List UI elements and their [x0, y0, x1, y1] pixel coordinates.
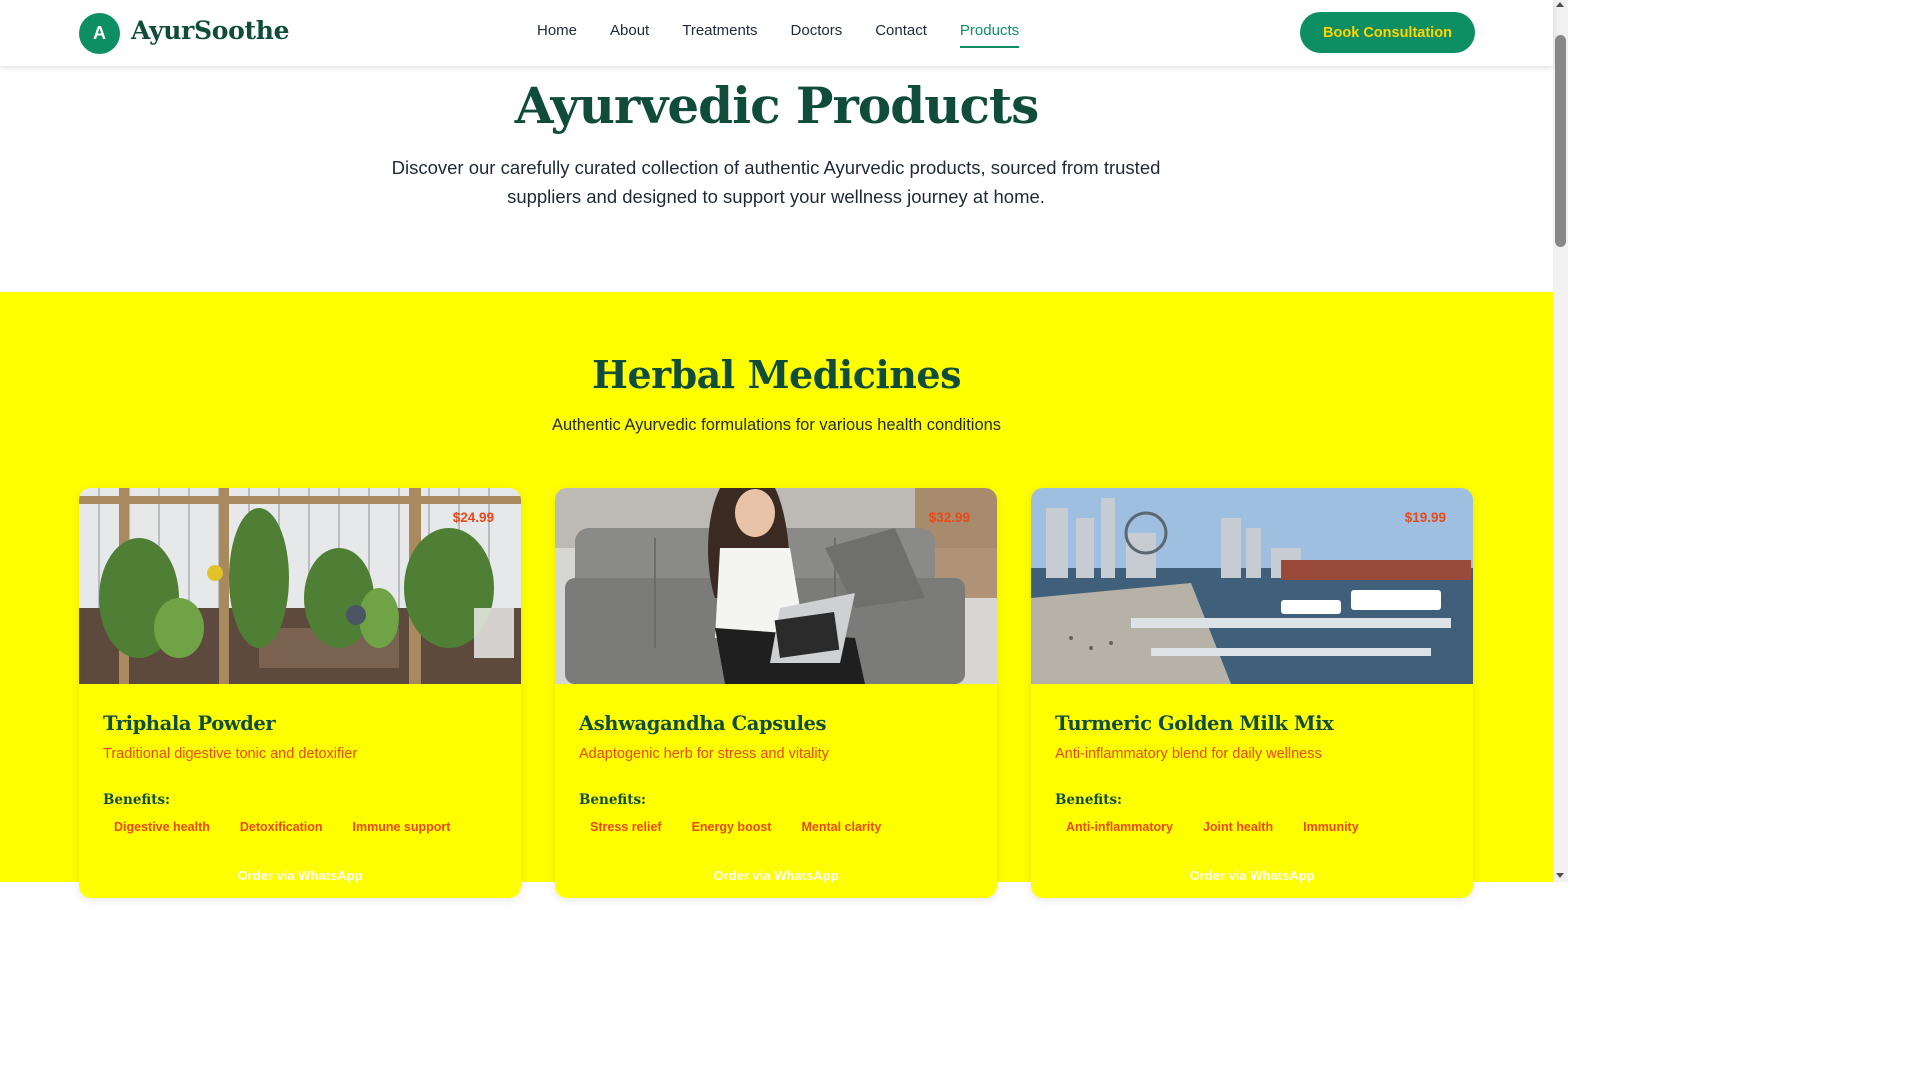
- herbal-medicines-section: Herbal Medicines Authentic Ayurvedic for…: [0, 292, 1553, 898]
- product-card-triphala[interactable]: $24.99 Triphala Powder Traditional diges…: [79, 488, 521, 898]
- page-subtitle: Discover our carefully curated collectio…: [391, 157, 1161, 207]
- nav-products[interactable]: Products: [959, 22, 1020, 48]
- page-title: Ayurvedic Products: [514, 76, 1039, 135]
- benefit-tag: Stress relief: [590, 820, 662, 834]
- price-label: $32.99: [928, 510, 970, 525]
- main-nav: Home About Treatments Doctors Contact Pr…: [537, 22, 1052, 48]
- nav-about[interactable]: About: [610, 22, 649, 48]
- product-description: Adaptogenic herb for stress and vitality: [579, 746, 829, 762]
- benefit-tag: Joint health: [1202, 820, 1274, 834]
- benefit-tag: Detoxification: [239, 820, 323, 834]
- book-consultation-button[interactable]: Book Consultation: [1300, 12, 1475, 53]
- benefit-tag: Mental clarity: [801, 820, 882, 834]
- product-name[interactable]: Turmeric Golden Milk Mix: [1055, 712, 1334, 735]
- product-description: Anti-inflammatory blend for daily wellne…: [1055, 746, 1322, 762]
- product-description: Traditional digestive tonic and detoxifi…: [103, 746, 358, 762]
- scrollbar-thumb[interactable]: [1555, 35, 1566, 247]
- product-name[interactable]: Triphala Powder: [103, 712, 276, 735]
- logo-badge[interactable]: A: [79, 13, 120, 54]
- product-image-garden: $24.99: [79, 488, 521, 684]
- scroll-down-arrow-icon[interactable]: [1556, 873, 1564, 878]
- nav-home[interactable]: Home: [537, 22, 577, 48]
- section-subtitle: Authentic Ayurvedic formulations for var…: [551, 416, 1002, 434]
- scroll-up-arrow-icon[interactable]: [1556, 2, 1564, 7]
- benefit-tag: Energy boost: [691, 820, 772, 834]
- price-label: $19.99: [1404, 510, 1446, 525]
- benefit-tag: Immune support: [352, 820, 451, 834]
- nav-contact[interactable]: Contact: [875, 22, 927, 48]
- product-image-harbor: $19.99: [1031, 488, 1473, 684]
- brand-name[interactable]: AyurSoothe: [131, 16, 290, 45]
- order-whatsapp-button[interactable]: Order via WhatsApp: [579, 868, 973, 898]
- order-whatsapp-button[interactable]: Order via WhatsApp: [1055, 868, 1449, 898]
- product-card-ashwagandha[interactable]: $32.99 Ashwagandha Capsules Adaptogenic …: [555, 488, 997, 898]
- benefits-label: Benefits:: [579, 792, 647, 808]
- benefit-tags: Stress relief Energy boost Mental clarit…: [579, 818, 892, 836]
- benefit-tag: Anti-inflammatory: [1066, 820, 1173, 834]
- page-scrollbar[interactable]: [1553, 0, 1568, 882]
- benefit-tag: Digestive health: [114, 820, 210, 834]
- product-image-woman-laptop: $32.99: [555, 488, 997, 684]
- benefits-label: Benefits:: [1055, 792, 1123, 808]
- site-header: A AyurSoothe Home About Treatments Docto…: [0, 0, 1553, 66]
- product-name[interactable]: Ashwagandha Capsules: [579, 712, 827, 735]
- benefit-tag: Immunity: [1303, 820, 1359, 834]
- benefits-label: Benefits:: [103, 792, 171, 808]
- section-title: Herbal Medicines: [592, 352, 961, 397]
- order-whatsapp-button[interactable]: Order via WhatsApp: [103, 868, 497, 898]
- price-label: $24.99: [452, 510, 494, 525]
- product-card-turmeric[interactable]: $19.99 Turmeric Golden Milk Mix Anti-inf…: [1031, 488, 1473, 898]
- nav-doctors[interactable]: Doctors: [791, 22, 843, 48]
- nav-treatments[interactable]: Treatments: [682, 22, 757, 48]
- benefit-tags: Anti-inflammatory Joint health Immunity: [1055, 818, 1370, 836]
- benefit-tags: Digestive health Detoxification Immune s…: [103, 818, 461, 836]
